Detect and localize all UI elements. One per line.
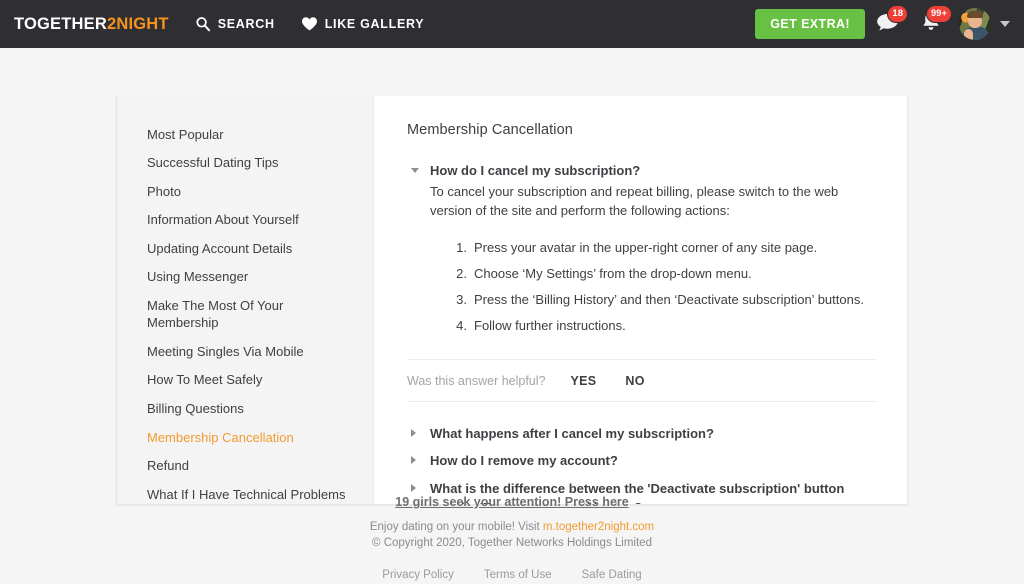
nav-search-label: SEARCH	[218, 18, 275, 31]
feedback-no-button[interactable]: NO	[625, 374, 644, 388]
sidebar-item-successful-dating-tips[interactable]: Successful Dating Tips	[117, 149, 373, 178]
top-navigation-bar: TOGETHER2NIGHT SEARCH LIKE GALLERY GET E…	[0, 0, 1024, 48]
footer-links: Privacy Policy Terms of Use Safe Dating	[0, 569, 1024, 581]
sidebar-item-billing-questions[interactable]: Billing Questions	[117, 394, 373, 423]
sidebar-item-how-to-meet-safely[interactable]: How To Meet Safely	[117, 366, 373, 395]
sidebar-item-updating-account-details[interactable]: Updating Account Details	[117, 234, 373, 263]
faq-answer-steps: Press your avatar in the upper-right cor…	[430, 238, 877, 337]
notifications-badge: 99+	[926, 5, 952, 23]
footer-copyright: © Copyright 2020, Together Networks Hold…	[0, 537, 1024, 549]
faq-question-collapsed-2-label: How do I remove my account?	[430, 453, 618, 468]
faq-question-expanded[interactable]: How do I cancel my subscription?	[430, 161, 877, 181]
page-body: Most Popular Successful Dating Tips Phot…	[0, 48, 1024, 584]
nav-like-gallery[interactable]: LIKE GALLERY	[301, 16, 425, 32]
faq-answer-text: To cancel your subscription and repeat b…	[430, 182, 877, 222]
sidebar-item-photo[interactable]: Photo	[117, 177, 373, 206]
notifications-button[interactable]: 99+	[909, 2, 953, 46]
list-item: Choose ‘My Settings’ from the drop-down …	[474, 264, 877, 284]
chevron-right-icon	[411, 456, 416, 464]
list-item: Press your avatar in the upper-right cor…	[474, 238, 877, 258]
faq-question-collapsed-2[interactable]: How do I remove my account?	[407, 451, 862, 471]
footer-link-privacy-policy[interactable]: Privacy Policy	[382, 569, 454, 581]
list-item: Press the ‘Billing History’ and then ‘De…	[474, 290, 877, 310]
sidebar-item-using-messenger[interactable]: Using Messenger	[117, 263, 373, 292]
messages-badge: 18	[887, 5, 908, 23]
footer-promo-link[interactable]: 19 girls seek your attention! Press here	[395, 495, 628, 509]
nav-like-gallery-label: LIKE GALLERY	[325, 18, 425, 31]
faq-item-expanded: How do I cancel my subscription? To canc…	[407, 161, 877, 337]
avatar[interactable]	[959, 8, 991, 40]
messages-button[interactable]: 18	[865, 2, 909, 46]
avatar-hair	[967, 11, 983, 18]
sidebar-item-make-the-most-of-your-membership[interactable]: Make The Most Of Your Membership	[117, 291, 373, 337]
avatar-hand	[964, 29, 973, 40]
logo-text-primary: TOGETHER	[14, 15, 107, 33]
help-topics-sidebar: Most Popular Successful Dating Tips Phot…	[117, 96, 374, 504]
sidebar-item-most-popular[interactable]: Most Popular	[117, 120, 373, 149]
chevron-right-icon	[411, 484, 416, 492]
footer-mobile-line: Enjoy dating on your mobile! Visit m.tog…	[0, 521, 1024, 533]
page-title: Membership Cancellation	[407, 122, 877, 138]
answer-feedback: Was this answer helpful? YES NO	[407, 360, 877, 401]
help-center-card: Most Popular Successful Dating Tips Phot…	[116, 96, 908, 505]
faq-question-collapsed-1-label: What happens after I cancel my subscript…	[430, 426, 714, 441]
list-item: Follow further instructions.	[474, 316, 877, 336]
footer-mobile-url[interactable]: m.together2night.com	[543, 521, 654, 533]
chevron-down-icon[interactable]	[1000, 21, 1010, 27]
sidebar-item-membership-cancellation[interactable]: Membership Cancellation	[117, 423, 373, 452]
page-footer: 19 girls seek your attention! Press here…	[0, 493, 1024, 581]
chevron-right-icon	[411, 429, 416, 437]
header-actions: GET EXTRA! 18 99+	[755, 2, 1012, 46]
heart-icon	[301, 16, 318, 32]
footer-mobile-text: Enjoy dating on your mobile! Visit	[370, 521, 543, 533]
sidebar-item-meeting-singles-via-mobile[interactable]: Meeting Singles Via Mobile	[117, 337, 373, 366]
chevron-down-icon[interactable]	[411, 168, 419, 173]
sidebar-item-refund[interactable]: Refund	[117, 452, 373, 481]
faq-content: Membership Cancellation How do I cancel …	[374, 96, 907, 504]
search-icon	[195, 16, 211, 32]
feedback-prompt: Was this answer helpful?	[407, 374, 546, 388]
footer-link-safe-dating[interactable]: Safe Dating	[582, 569, 642, 581]
logo-text-accent: 2NIGHT	[107, 15, 169, 33]
footer-link-terms-of-use[interactable]: Terms of Use	[484, 569, 552, 581]
site-logo[interactable]: TOGETHER2NIGHT	[14, 15, 169, 34]
nav-search[interactable]: SEARCH	[195, 16, 275, 32]
feedback-yes-button[interactable]: YES	[571, 374, 597, 388]
sidebar-item-information-about-yourself[interactable]: Information About Yourself	[117, 206, 373, 235]
divider-bottom	[407, 401, 877, 402]
faq-question-collapsed-1[interactable]: What happens after I cancel my subscript…	[407, 424, 862, 444]
get-extra-button[interactable]: GET EXTRA!	[755, 9, 865, 40]
